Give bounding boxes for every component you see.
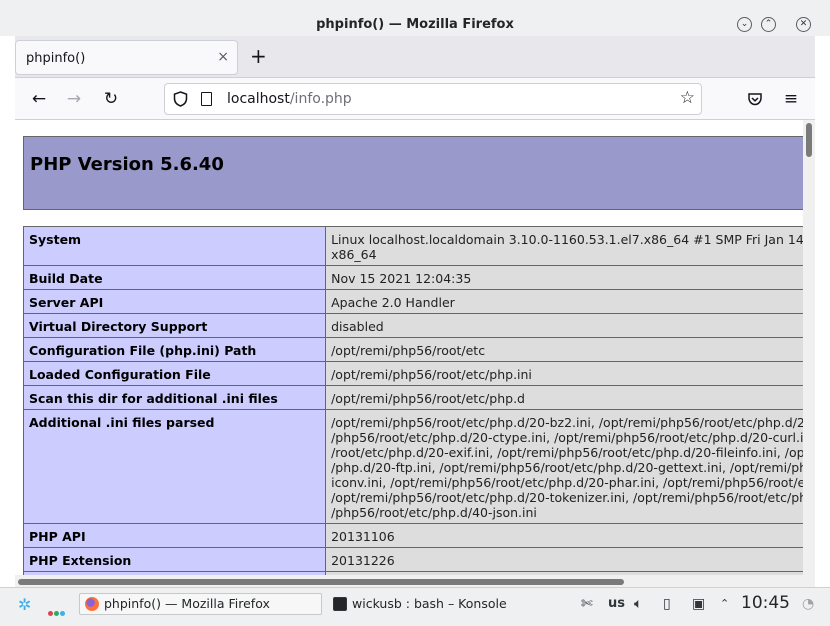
reload-button[interactable]: ↻ [100,88,122,110]
pocket-icon[interactable] [744,88,766,110]
taskbar: ✲ phpinfo() — Mozilla Firefox wickusb : … [0,587,830,626]
table-row: Loaded Configuration File/opt/remi/php56… [22,361,803,386]
url-text[interactable]: localhost/info.php [227,91,352,107]
task-konsole[interactable]: wickusb : bash – Konsole [327,593,547,615]
clock[interactable]: 10:45 [741,593,790,613]
horizontal-scroll-thumb[interactable] [18,579,624,585]
application-launcher-icon[interactable]: ✲ [18,596,36,614]
url-bar[interactable]: localhost/info.php ☆ [164,83,702,115]
new-tab-button[interactable]: + [250,46,267,66]
row-value: /opt/remi/php56/root/etc/php.d/20-bz2.in… [325,409,803,524]
row-label: Virtual Directory Support [22,313,327,338]
table-row: Additional .ini files parsed/opt/remi/ph… [22,409,803,524]
vertical-scrollbar[interactable] [803,120,815,575]
phpinfo-table: System Linux localhost.localdomain 3.10.0… [22,226,803,575]
battery-icon[interactable]: ▣ [692,595,705,613]
page-title: PHP Version 5.6.40 [30,154,224,175]
row-label: Scan this dir for additional .ini files [22,385,327,410]
back-button[interactable]: ← [28,88,50,110]
row-label: PHP Extension [22,547,327,572]
row-label: Build Date [22,265,327,290]
tab-label: phpinfo() [26,51,86,66]
page-content: PHP Version 5.6.40 System Linux localhost… [15,120,803,575]
maximize-button[interactable]: ⌃ [761,17,776,32]
row-value: 20131226 [325,547,803,572]
pager-icon[interactable] [48,601,68,616]
row-value: Apache 2.0 Handler [325,289,803,314]
table-row: System Linux localhost.localdomain 3.10.0… [22,226,803,266]
table-row: PHP Extension 20131226 [22,547,803,572]
window-titlebar[interactable]: phpinfo() — Mozilla Firefox ⌄ ⌃ ✕ [0,0,830,36]
table-row: PHP API 20131106 [22,523,803,548]
page-info-icon[interactable] [201,92,212,106]
row-label: Server API [22,289,327,314]
table-row: Configuration File (php.ini) Path/opt/re… [22,337,803,362]
row-value: Nov 15 2021 12:04:35 [325,265,803,290]
row-value: /opt/remi/php56/root/etc/php.ini [325,361,803,386]
forward-button[interactable]: → [63,88,85,110]
minimize-button[interactable]: ⌄ [737,17,752,32]
tab-strip: phpinfo() × + [15,36,815,78]
tab-phpinfo[interactable]: phpinfo() × [15,40,238,75]
terminal-icon [333,597,347,611]
table-row: Server API Apache 2.0 Handler [22,289,803,314]
close-window-button[interactable]: ✕ [796,17,811,32]
firefox-icon [85,597,99,611]
row-label: Configuration File (php.ini) Path [22,337,327,362]
url-host: localhost [227,91,290,107]
clipboard-scissors-icon[interactable]: ✄ [581,595,593,613]
row-value: /opt/remi/php56/root/etc [325,337,803,362]
device-notifier-icon[interactable]: ▯ [663,595,671,613]
volume-icon[interactable]: 🔈︎ [634,595,642,613]
horizontal-scrollbar[interactable] [15,575,815,587]
bookmark-star-icon[interactable]: ☆ [680,88,695,108]
table-row: Virtual Directory Support disabled [22,313,803,338]
show-desktop-icon[interactable]: ◔ [802,595,814,613]
row-value: Linux localhost.localdomain 3.10.0-1160.… [325,226,803,266]
php-version-header: PHP Version 5.6.40 [23,136,803,210]
row-label: Additional .ini files parsed [22,409,327,524]
close-tab-icon[interactable]: × [217,49,229,65]
row-value: 20131106 [325,523,803,548]
keyboard-layout-indicator[interactable]: us [608,595,625,613]
url-path: /info.php [289,91,352,107]
navigation-toolbar: ← → ↻ localhost/info.php ☆ ≡ [15,78,815,120]
task-label: phpinfo() — Mozilla Firefox [104,596,270,611]
vertical-scroll-thumb[interactable] [806,123,812,157]
show-hidden-icons-icon[interactable]: ⌃ [720,595,729,613]
row-label: PHP API [22,523,327,548]
row-value: /opt/remi/php56/root/etc/php.d [325,385,803,410]
task-firefox[interactable]: phpinfo() — Mozilla Firefox [79,593,322,615]
task-label: wickusb : bash – Konsole [352,596,507,611]
row-value: disabled [325,313,803,338]
row-label: System [22,226,327,266]
window-title: phpinfo() — Mozilla Firefox [316,17,514,32]
table-row: Scan this dir for additional .ini files /… [22,385,803,410]
app-menu-button[interactable]: ≡ [780,88,802,110]
row-label: Loaded Configuration File [22,361,327,386]
table-row: Build Date Nov 15 2021 12:04:35 [22,265,803,290]
tracking-protection-shield-icon[interactable] [173,91,188,111]
